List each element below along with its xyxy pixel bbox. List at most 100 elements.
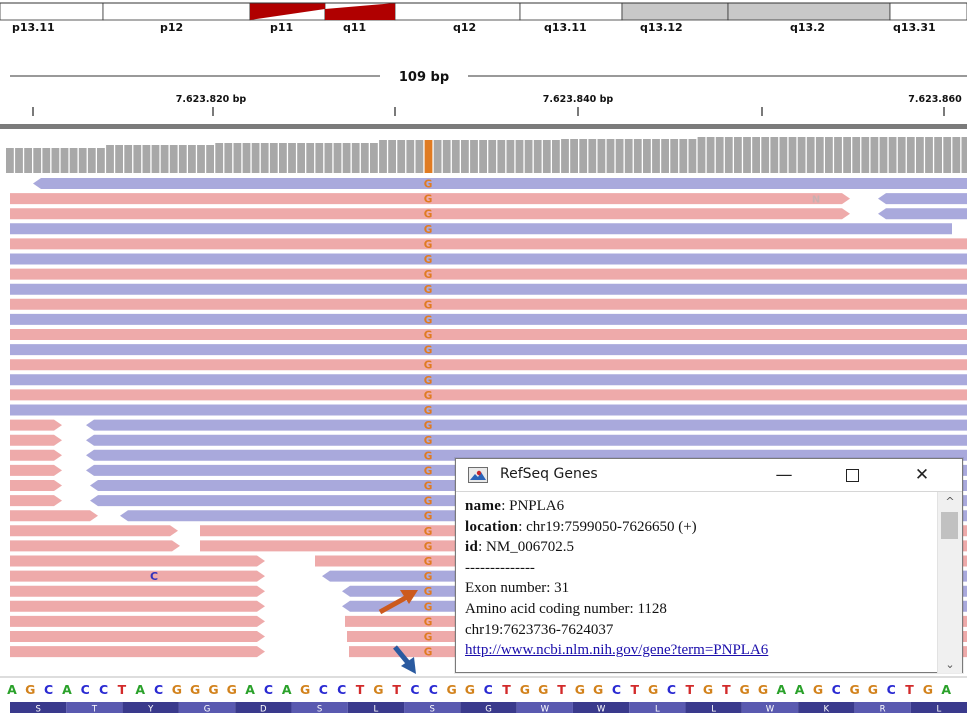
popup-content: name: PNPLA6 location: chr19:7599050-762… bbox=[456, 491, 962, 673]
variant-base-label: G bbox=[424, 345, 433, 357]
band-label: q12 bbox=[453, 21, 476, 34]
reverse-read bbox=[33, 178, 967, 189]
reference-base: G bbox=[172, 682, 182, 697]
ideogram-band bbox=[102, 2, 251, 21]
band-label: q13.2 bbox=[790, 21, 825, 34]
coverage-bar bbox=[688, 139, 697, 173]
coverage-bar bbox=[178, 145, 187, 173]
maximize-button[interactable] bbox=[832, 459, 872, 491]
reference-base: G bbox=[446, 682, 456, 697]
gene-name-value: : PNPLA6 bbox=[501, 498, 565, 514]
reference-base: C bbox=[484, 682, 493, 697]
variant-base-label: G bbox=[424, 541, 433, 553]
coverage-bar bbox=[624, 139, 633, 173]
coverage-bar bbox=[615, 139, 624, 173]
variant-base-label: G bbox=[424, 209, 433, 221]
coverage-bar bbox=[433, 140, 442, 173]
band-label: p13.11 bbox=[12, 21, 55, 34]
reference-base: T bbox=[905, 682, 914, 697]
coverage-bar bbox=[315, 143, 324, 173]
gene-name-row: name: PNPLA6 bbox=[465, 496, 927, 517]
band-label: q11 bbox=[343, 21, 366, 34]
variant-base-label: G bbox=[424, 601, 433, 613]
coverage-bar bbox=[852, 137, 861, 173]
variant-base-label: G bbox=[424, 375, 433, 387]
reference-base: A bbox=[245, 682, 255, 697]
igv-app-icon bbox=[468, 467, 488, 483]
amino-acid-label: Y bbox=[147, 705, 154, 713]
reference-base: G bbox=[758, 682, 768, 697]
reference-base: C bbox=[337, 682, 346, 697]
variant-base-label: G bbox=[424, 556, 433, 568]
reference-base: G bbox=[740, 682, 750, 697]
coverage-bar bbox=[33, 148, 42, 173]
forward-read bbox=[10, 555, 265, 567]
coverage-bar bbox=[269, 143, 278, 173]
variant-base-label: G bbox=[424, 299, 433, 311]
reference-base: C bbox=[81, 682, 90, 697]
coverage-bar bbox=[461, 140, 469, 173]
popup-titlebar[interactable]: RefSeq Genes — ✕ bbox=[456, 459, 962, 491]
coverage-bar bbox=[734, 137, 742, 173]
refseq-popup-window[interactable]: RefSeq Genes — ✕ name: PNPLA6 location: … bbox=[455, 458, 963, 673]
coverage-bar bbox=[788, 137, 797, 173]
reference-base: T bbox=[631, 682, 640, 697]
coverage-bar bbox=[597, 139, 606, 173]
coverage-bar bbox=[643, 139, 651, 173]
coverage-bar bbox=[743, 137, 751, 173]
reference-base: T bbox=[557, 682, 566, 697]
forward-read bbox=[10, 646, 265, 658]
coverage-bar bbox=[251, 143, 260, 173]
coverage-bar bbox=[815, 137, 824, 173]
reference-base: C bbox=[99, 682, 108, 697]
variant-base-label: G bbox=[424, 330, 433, 342]
reference-base: C bbox=[154, 682, 163, 697]
variant-base-label: G bbox=[424, 314, 433, 326]
coverage-bar bbox=[834, 137, 842, 173]
close-button[interactable]: ✕ bbox=[902, 459, 942, 491]
coverage-bar bbox=[579, 139, 588, 173]
reference-base: A bbox=[776, 682, 786, 697]
coverage-bar bbox=[661, 139, 669, 173]
scroll-thumb[interactable] bbox=[941, 512, 958, 539]
coverage-bar bbox=[133, 145, 142, 173]
coverage-bar bbox=[897, 137, 906, 173]
popup-title: RefSeq Genes bbox=[500, 466, 598, 482]
scroll-down-icon[interactable]: ⌄ bbox=[938, 655, 962, 673]
coverage-bar bbox=[42, 148, 51, 173]
minimize-button[interactable]: — bbox=[764, 459, 804, 491]
reference-base: G bbox=[575, 682, 585, 697]
coverage-bar bbox=[715, 137, 724, 173]
reference-base: G bbox=[849, 682, 859, 697]
reference-base: G bbox=[465, 682, 475, 697]
variant-base-label: G bbox=[424, 254, 433, 266]
coverage-track bbox=[6, 137, 967, 173]
forward-read bbox=[10, 434, 62, 446]
coverage-bar bbox=[215, 143, 224, 173]
coverage-bar bbox=[843, 137, 851, 173]
reference-base: G bbox=[25, 682, 35, 697]
amino-acid-label: L bbox=[655, 705, 660, 713]
coverage-bar bbox=[333, 143, 342, 173]
variant-base-label: G bbox=[424, 571, 433, 583]
variant-base-label: G bbox=[424, 450, 433, 462]
variant-base-label: G bbox=[424, 496, 433, 508]
amino-acid-label: S bbox=[317, 705, 322, 713]
coverage-bar bbox=[169, 145, 178, 173]
variant-base-label: G bbox=[424, 390, 433, 402]
popup-scrollbar[interactable]: ^ ⌄ bbox=[937, 492, 962, 673]
variant-base-label: G bbox=[424, 405, 433, 417]
coverage-bar bbox=[260, 143, 269, 173]
forward-read bbox=[10, 631, 265, 642]
amino-acid-label: T bbox=[91, 705, 98, 713]
amino-acid-label: W bbox=[597, 705, 606, 713]
ncbi-gene-link[interactable]: http://www.ncbi.nlm.nih.gov/gene?term=PN… bbox=[465, 642, 768, 658]
coverage-bar bbox=[934, 137, 942, 173]
amino-acid-track: STYGDSLSGWWLLWKRL bbox=[10, 702, 967, 713]
scroll-up-icon[interactable]: ^ bbox=[938, 492, 962, 510]
coverage-bar bbox=[69, 148, 78, 173]
coverage-bar bbox=[561, 139, 569, 173]
coverage-bar bbox=[306, 143, 315, 173]
band-label: q13.11 bbox=[544, 21, 587, 34]
coverage-bar bbox=[197, 145, 205, 173]
